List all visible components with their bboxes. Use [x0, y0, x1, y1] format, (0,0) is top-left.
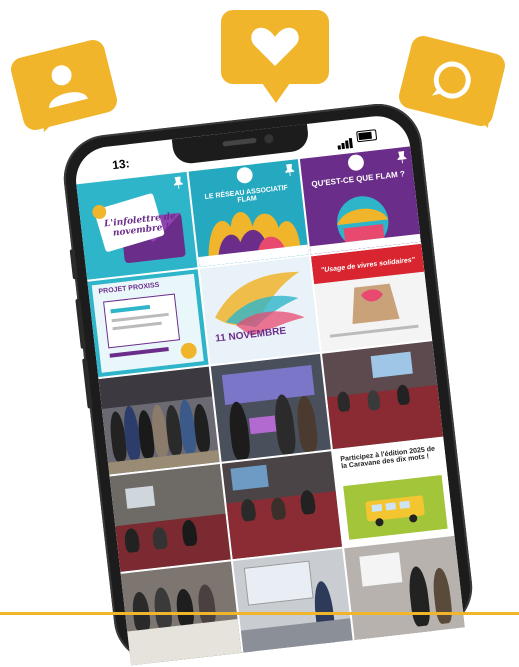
photo-person [294, 395, 319, 453]
post-audience-photo[interactable] [221, 451, 343, 560]
post-caravane-dix-mots[interactable]: Participez à l'édition 2025 de la Carava… [333, 438, 455, 547]
photo-person [226, 400, 252, 461]
post-quest-ce-que-flam[interactable]: QU'EST-CE QUE FLAM ? [300, 146, 421, 255]
front-camera [263, 133, 274, 144]
post-title: Participez à l'édition 2025 de la Carava… [340, 445, 436, 471]
bubble-tail [262, 83, 290, 103]
photo-board [359, 552, 403, 587]
post-conference-photo[interactable] [322, 341, 444, 450]
photo-floor [240, 618, 354, 657]
phone-screen: 13: L'infolettre de novembre ! LE RÉSEAU… [72, 112, 465, 666]
post-room-photo[interactable] [109, 464, 231, 572]
post-illustration [330, 283, 419, 338]
photo-person [174, 588, 196, 628]
photo-sign [248, 415, 277, 435]
signal-icon [336, 134, 353, 150]
instagram-post-grid: L'infolettre de novembre ! LE RÉSEAU ASS… [76, 146, 465, 666]
photo-person [407, 565, 432, 628]
battery-icon [356, 129, 378, 143]
post-presentation-photo[interactable] [232, 548, 354, 657]
status-time: 13: [111, 156, 131, 173]
post-11-novembre[interactable]: 11 NOVEMBRE [199, 256, 321, 365]
photo-person [431, 566, 454, 625]
post-usage-vivres-solidaires[interactable]: "Usage de vivres solidaires" [311, 243, 433, 352]
heart-icon [251, 27, 299, 66]
photo-person [272, 393, 297, 456]
pin-icon [172, 176, 184, 189]
post-group-photo[interactable] [98, 366, 220, 475]
photo-screen [243, 560, 314, 606]
pin-icon [396, 150, 407, 164]
post-award-photo[interactable] [210, 353, 332, 462]
speaker-grille [222, 137, 257, 147]
photo-person [196, 583, 217, 626]
post-reseau-associatif[interactable]: LE RÉSEAU ASSOCIATIF FLAM [188, 159, 310, 268]
dove-illustration [214, 271, 305, 336]
post-projet-proxiss[interactable]: PROJET PROXISS [87, 269, 209, 378]
pin-icon [284, 163, 296, 177]
bubble-tail [466, 108, 490, 128]
photo-screen [370, 351, 414, 379]
photo-screen [125, 485, 156, 509]
post-workshop-photo[interactable] [344, 535, 465, 644]
photo-person [152, 586, 174, 631]
smartphone: 13: L'infolettre de novembre ! LE RÉSEAU… [59, 99, 477, 667]
post-infolettre[interactable]: L'infolettre de novembre ! [76, 171, 198, 280]
photo-screen [230, 464, 269, 491]
like-notification-bubble [221, 10, 329, 84]
bubble-tail [42, 112, 64, 132]
